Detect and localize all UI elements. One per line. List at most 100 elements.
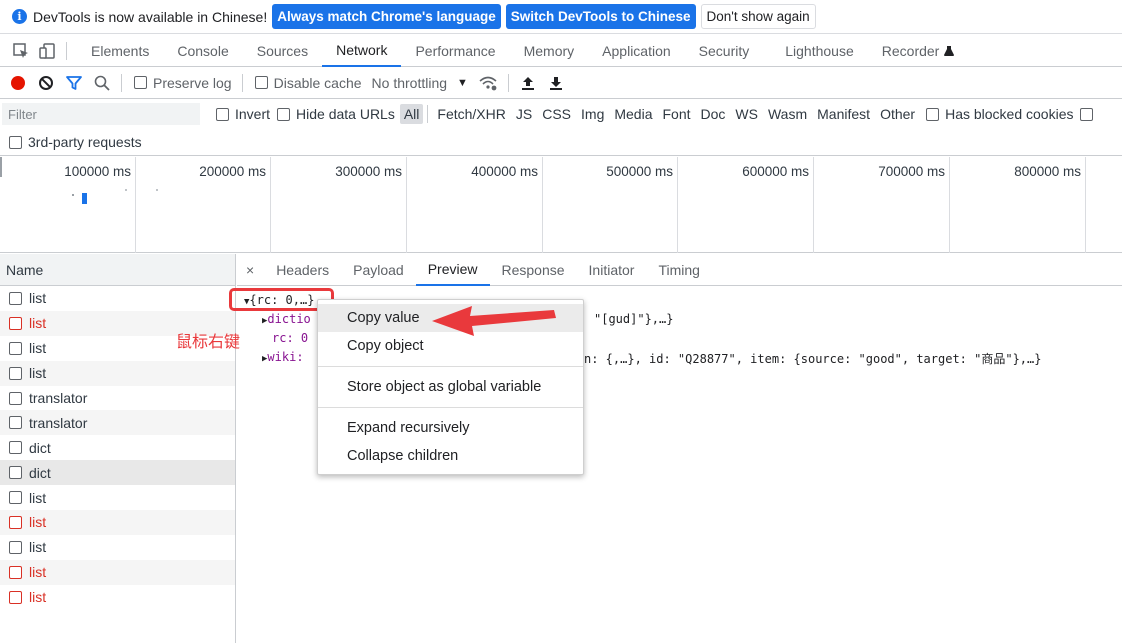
request-name: list — [29, 539, 47, 556]
tab-console[interactable]: Console — [163, 35, 242, 67]
request-row[interactable]: translator — [0, 410, 235, 436]
tab-security[interactable]: Security — [685, 35, 764, 67]
filter-icon[interactable] — [65, 74, 83, 92]
filter-type-fetch-xhr[interactable]: Fetch/XHR — [432, 106, 510, 122]
filter-type-css[interactable]: CSS — [537, 106, 576, 122]
network-toolbar: Preserve log Disable cache No throttling… — [0, 67, 1122, 99]
third-party-checkbox[interactable] — [9, 135, 22, 149]
request-name: list — [29, 589, 47, 606]
filter-bar: Invert Hide data URLs All Fetch/XHR JS C… — [0, 99, 1122, 129]
network-conditions-icon[interactable] — [478, 74, 498, 92]
request-name: translator — [29, 390, 88, 406]
filter-type-other[interactable]: Other — [875, 106, 920, 122]
preview-dict-key: dictio — [267, 312, 311, 326]
filter-type-img[interactable]: Img — [576, 106, 609, 122]
preview-dict-node[interactable]: ▶dictio — [262, 312, 311, 326]
has-blocked-cookies-checkbox[interactable] — [926, 107, 940, 121]
annotation-arrow-icon — [432, 306, 556, 336]
request-name: list — [29, 489, 47, 506]
request-row[interactable]: list — [0, 485, 235, 510]
request-row[interactable]: dict — [0, 460, 235, 486]
request-list: Name list list list list translator translato… — [0, 254, 236, 643]
hide-data-urls-checkbox[interactable] — [277, 107, 291, 121]
third-party-label: 3rd-party requests — [28, 134, 142, 150]
tab-recorder-label: Recorder — [881, 42, 940, 59]
tab-memory[interactable]: Memory — [510, 35, 589, 67]
filter-input[interactable] — [2, 103, 200, 125]
filter-type-font[interactable]: Font — [658, 106, 696, 122]
tab-lighthouse[interactable]: Lighthouse — [763, 35, 868, 67]
close-icon[interactable]: × — [246, 262, 254, 278]
filter-type-js[interactable]: JS — [511, 106, 537, 122]
record-icon[interactable] — [11, 75, 25, 90]
filter-type-ws[interactable]: WS — [730, 106, 763, 122]
request-row[interactable]: list — [0, 585, 235, 610]
filter-type-doc[interactable]: Doc — [696, 106, 731, 122]
menu-item-collapse-children[interactable]: Collapse children — [318, 442, 583, 470]
request-bar — [156, 189, 158, 191]
request-type-icon — [9, 416, 22, 430]
hide-data-urls-label: Hide data URLs — [296, 106, 395, 122]
tab-timing[interactable]: Timing — [646, 254, 712, 286]
tab-response[interactable]: Response — [490, 254, 577, 286]
preview-wiki-node[interactable]: ▶wiki: — [262, 350, 304, 364]
tab-recorder[interactable]: Recorder — [868, 35, 970, 67]
request-name: list — [29, 564, 47, 581]
tab-preview[interactable]: Preview — [415, 254, 490, 286]
disable-cache-checkbox[interactable] — [254, 76, 268, 89]
request-row[interactable]: dict — [0, 435, 235, 460]
request-name: list — [29, 290, 47, 307]
tab-network[interactable]: Network — [322, 35, 402, 67]
request-row[interactable]: list — [0, 559, 235, 585]
dont-show-again-button[interactable]: Don't show again — [700, 4, 816, 29]
tab-performance[interactable]: Performance — [401, 35, 509, 67]
device-toolbar-icon[interactable] — [38, 42, 56, 60]
import-har-icon[interactable] — [519, 74, 537, 92]
invert-label: Invert — [235, 106, 271, 122]
language-infobar: i DevTools is now available in Chinese! … — [0, 0, 1122, 34]
tab-application[interactable]: Application — [588, 35, 685, 67]
blocked-requests-checkbox[interactable] — [1080, 107, 1094, 121]
tab-initiator[interactable]: Initiator — [577, 254, 647, 286]
switch-to-chinese-button[interactable]: Switch DevTools to Chinese — [505, 4, 696, 29]
search-icon[interactable] — [93, 74, 111, 92]
throttling-select[interactable]: No throttling — [372, 75, 447, 91]
tab-elements[interactable]: Elements — [77, 35, 163, 67]
invert-checkbox[interactable] — [216, 107, 229, 121]
chevron-down-icon[interactable]: ▼ — [457, 77, 468, 89]
filter-type-all[interactable]: All — [399, 104, 424, 124]
filter-type-wasm[interactable]: Wasm — [763, 106, 812, 122]
always-match-language-button[interactable]: Always match Chrome's language — [272, 4, 501, 29]
request-row[interactable]: list — [0, 510, 235, 535]
request-bar — [82, 193, 87, 204]
network-overview[interactable]: 100000 ms 200000 ms 300000 ms 400000 ms … — [0, 157, 1122, 253]
request-type-icon — [9, 316, 22, 330]
divider — [66, 41, 67, 60]
name-column-header[interactable]: Name — [0, 254, 235, 286]
request-name: translator — [29, 414, 88, 431]
preserve-log-checkbox[interactable] — [134, 76, 147, 89]
tab-headers[interactable]: Headers — [264, 254, 341, 286]
export-har-icon[interactable] — [547, 74, 565, 92]
menu-separator — [318, 366, 583, 367]
tab-sources[interactable]: Sources — [243, 35, 322, 67]
main-tab-bar: Elements Console Sources Network Perform… — [0, 35, 1122, 67]
request-row[interactable]: translator — [0, 386, 235, 411]
request-type-icon — [9, 590, 22, 604]
request-row[interactable]: list — [0, 286, 235, 311]
timeline-tick: 700000 ms — [814, 157, 950, 253]
preview-rc-line: rc: 0 — [272, 331, 308, 345]
filter-type-manifest[interactable]: Manifest — [812, 106, 875, 122]
inspect-element-icon[interactable] — [12, 42, 30, 60]
request-row[interactable]: list — [0, 535, 235, 560]
request-name: dict — [29, 464, 51, 481]
timeline-tick: 800000 ms — [950, 157, 1086, 253]
request-type-icon — [9, 565, 22, 579]
clear-icon[interactable] — [37, 74, 55, 92]
menu-item-store-global[interactable]: Store object as global variable — [318, 373, 583, 401]
menu-item-expand-recursively[interactable]: Expand recursively — [318, 414, 583, 442]
filter-type-media[interactable]: Media — [609, 106, 657, 122]
tab-payload[interactable]: Payload — [341, 254, 416, 286]
request-row[interactable]: list — [0, 360, 235, 386]
divider — [427, 105, 429, 123]
